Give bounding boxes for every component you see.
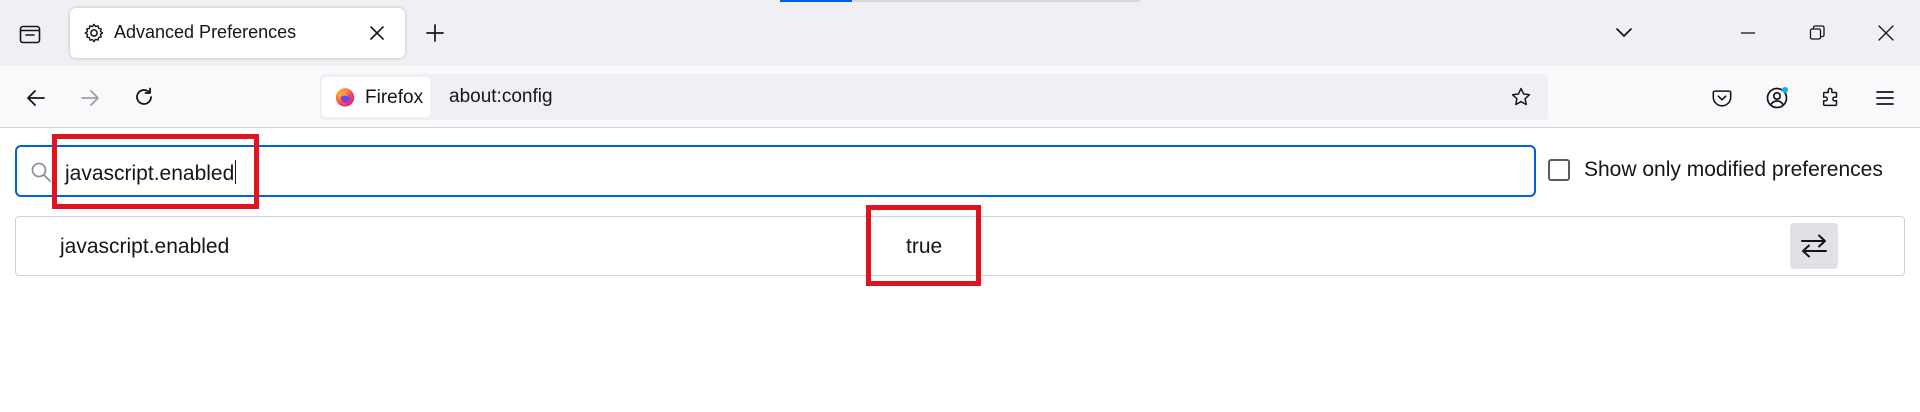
back-arrow-icon — [27, 90, 45, 106]
chevron-down-icon — [1616, 28, 1632, 37]
identity-box[interactable]: Firefox — [322, 77, 430, 117]
show-modified-toggle[interactable]: Show only modified preferences — [1548, 158, 1883, 182]
search-highlight-box — [52, 134, 259, 209]
forward-button[interactable] — [72, 80, 108, 116]
minimize-button[interactable] — [1728, 16, 1768, 50]
firefox-view-icon — [19, 25, 41, 44]
back-button[interactable] — [18, 80, 54, 116]
bookmark-star-button[interactable] — [1508, 84, 1534, 110]
reload-icon — [136, 87, 152, 105]
url-bar[interactable]: Firefox about:config — [320, 74, 1548, 120]
pocket-icon — [1712, 90, 1732, 107]
firefox-view-button[interactable] — [12, 16, 48, 52]
toggle-icon — [1801, 234, 1827, 258]
firefox-logo-icon — [334, 86, 356, 108]
restore-icon — [1809, 25, 1825, 40]
tab-scroll-indicator — [780, 0, 852, 2]
nav-toolbar: Firefox about:config — [0, 66, 1920, 128]
minimize-icon — [1741, 32, 1755, 34]
app-menu-button[interactable] — [1867, 80, 1903, 116]
tab-scroll-track — [852, 0, 1140, 2]
close-icon — [1878, 25, 1894, 41]
account-button[interactable] — [1759, 80, 1795, 116]
reload-button[interactable] — [126, 79, 162, 115]
notification-dot — [1782, 87, 1788, 93]
value-highlight-box — [866, 205, 981, 286]
list-all-tabs-button[interactable] — [1607, 16, 1641, 50]
preference-name: javascript.enabled — [60, 235, 230, 258]
restore-button[interactable] — [1797, 16, 1837, 50]
close-tab-button[interactable] — [363, 19, 391, 47]
show-modified-checkbox[interactable] — [1548, 159, 1570, 181]
tab-advanced-preferences[interactable]: Advanced Preferences — [70, 8, 405, 58]
pocket-button[interactable] — [1704, 80, 1740, 116]
puzzle-piece-icon — [1822, 87, 1838, 107]
account-icon — [1766, 87, 1788, 109]
search-icon — [29, 160, 53, 184]
close-window-button[interactable] — [1866, 16, 1906, 50]
extensions-button[interactable] — [1813, 80, 1849, 116]
tab-bar: Advanced Preferences — [0, 0, 1920, 66]
gear-icon — [82, 21, 106, 45]
forward-arrow-icon — [81, 90, 99, 106]
identity-label: Firefox — [365, 87, 424, 108]
tab-title: Advanced Preferences — [114, 22, 297, 42]
hamburger-menu-icon — [1876, 91, 1894, 105]
plus-icon — [426, 24, 444, 42]
url-text[interactable]: about:config — [449, 86, 553, 108]
toggle-preference-button[interactable] — [1790, 223, 1838, 269]
close-icon — [370, 26, 384, 40]
show-modified-label: Show only modified preferences — [1584, 158, 1883, 181]
star-icon — [1511, 87, 1531, 106]
new-tab-button[interactable] — [418, 16, 452, 50]
